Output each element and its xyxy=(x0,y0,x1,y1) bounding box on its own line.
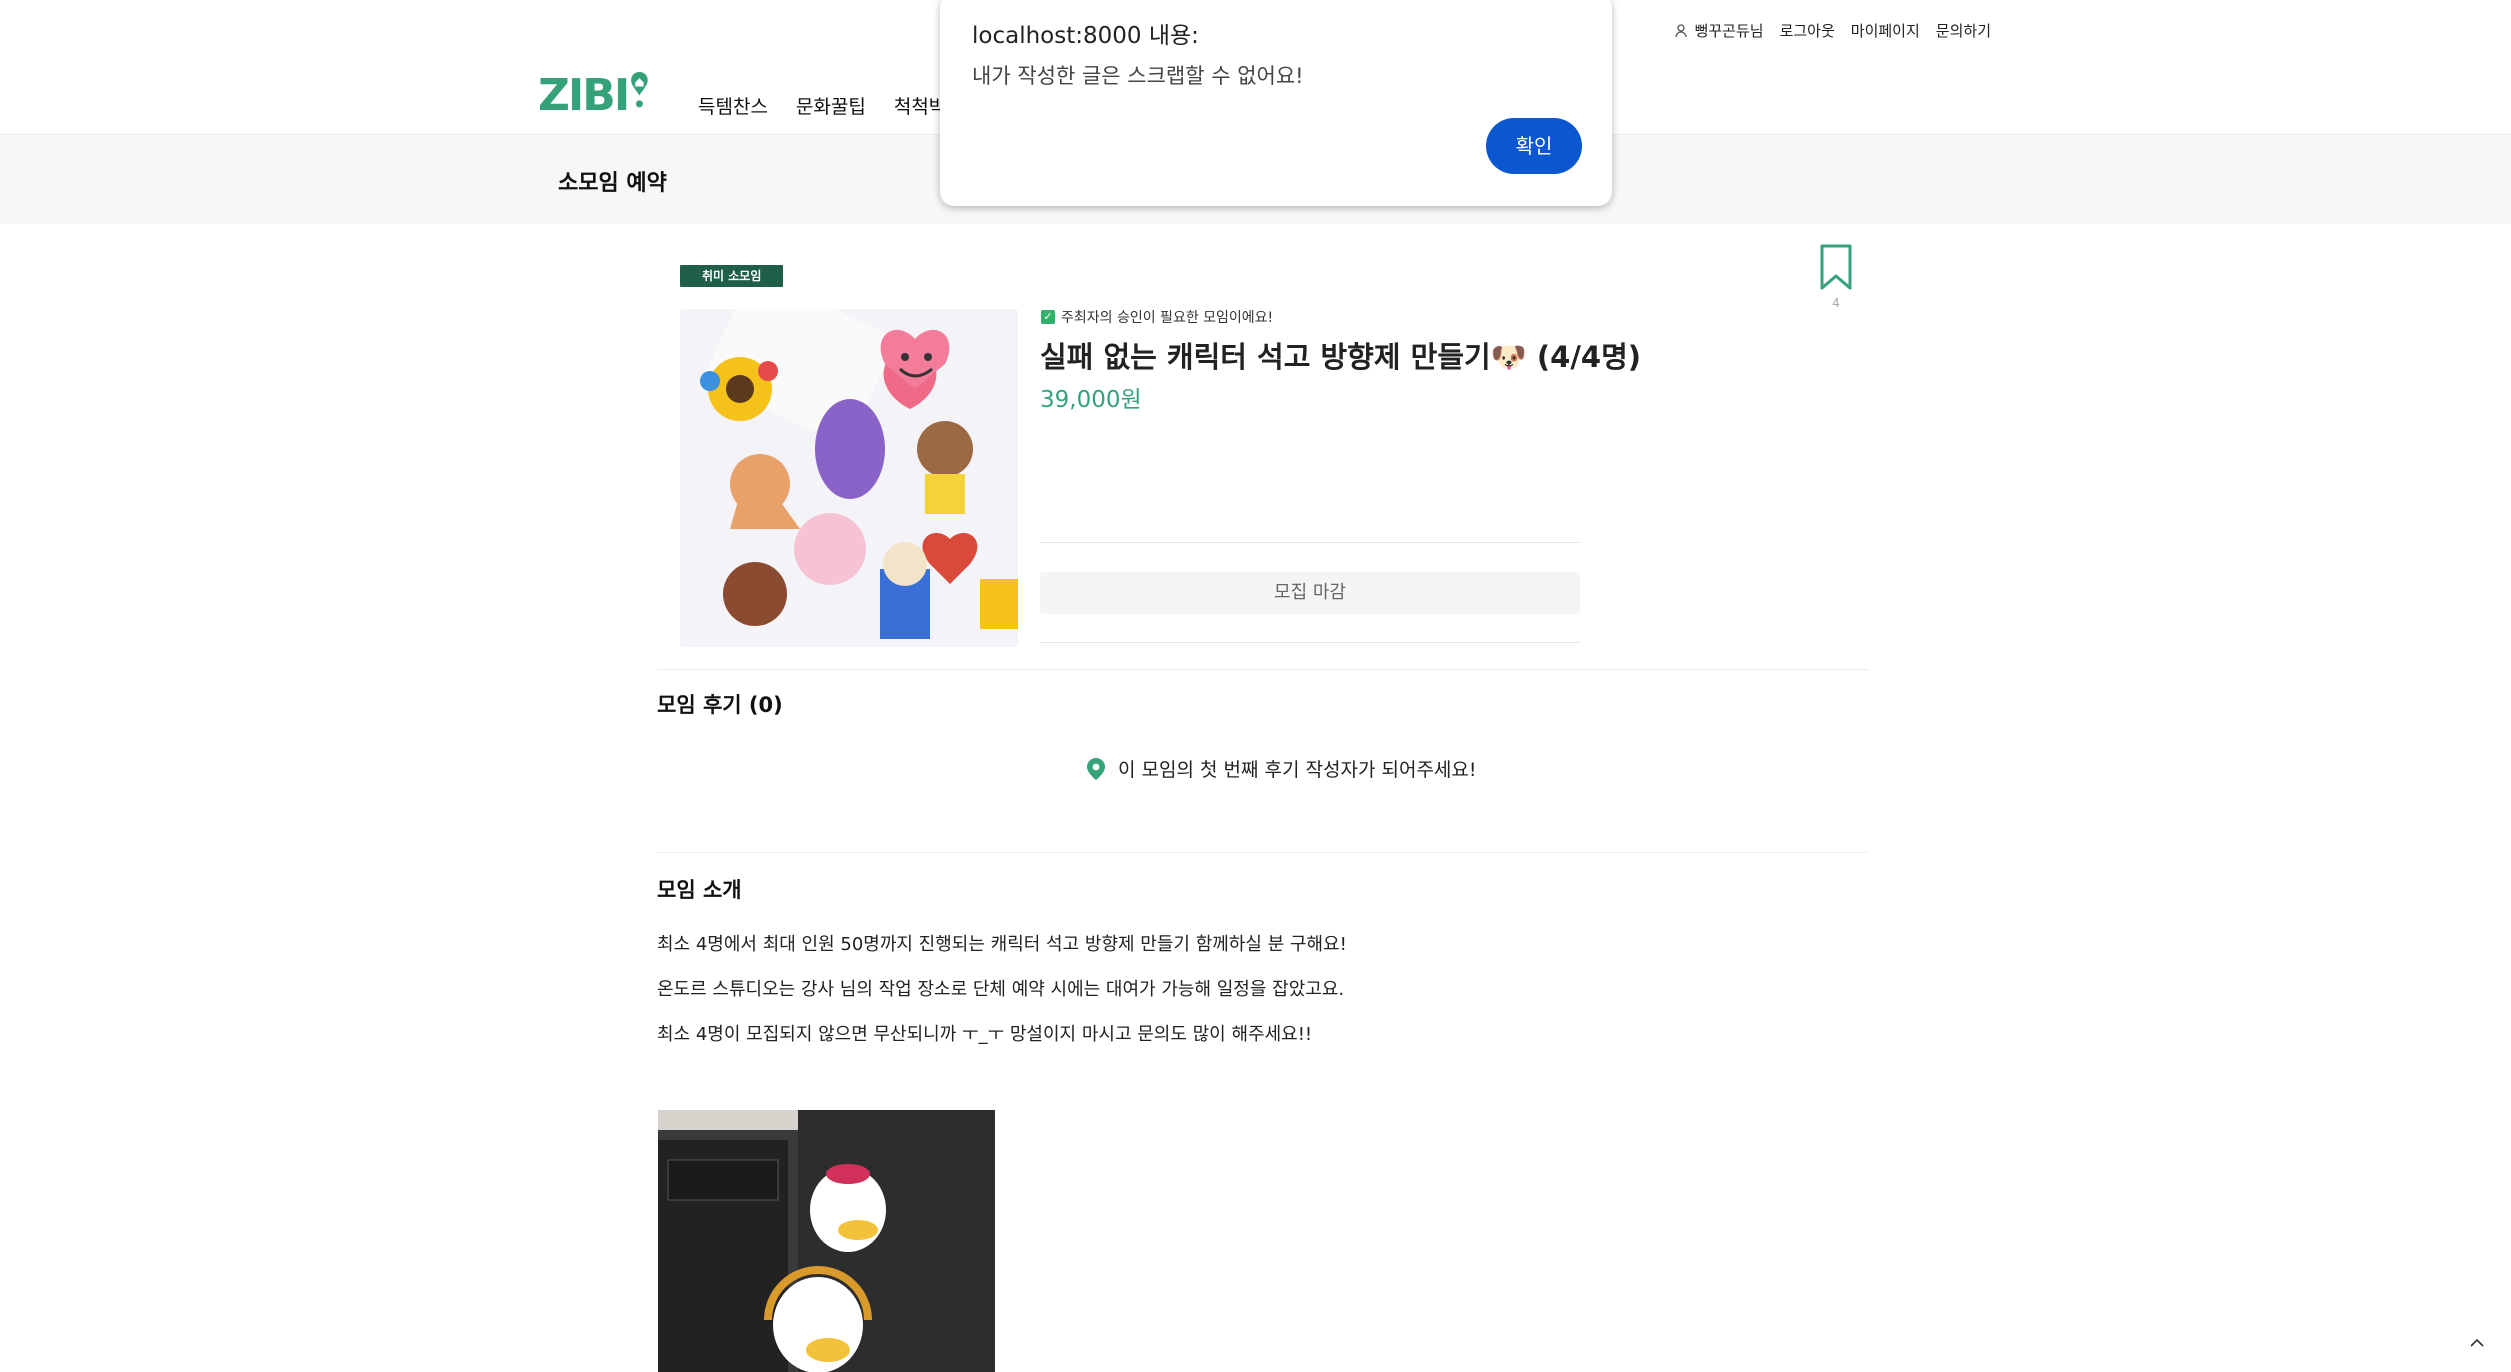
product-title-text: 실패 없는 캐릭터 석고 방향제 만들기 xyxy=(1040,340,1491,374)
alert-dialog: localhost:8000 내용: 내가 작성한 글은 스크랩할 수 없어요!… xyxy=(940,0,1612,206)
chevron-up-icon xyxy=(2470,1338,2484,1347)
nav-item-deals[interactable]: 득템찬스 xyxy=(698,92,768,119)
category-badge: 취미 소모임 xyxy=(680,265,784,287)
approval-text: 주최자의 승인이 필요한 모임이에요! xyxy=(1061,310,1274,326)
reviews-heading: 모임 후기 (0) xyxy=(657,693,783,717)
empty-review-message: 이 모임의 첫 번째 후기 작성자가 되어주세요! xyxy=(1086,755,1477,782)
dialog-confirm-button[interactable]: 확인 xyxy=(1486,118,1582,174)
product-price: 39,000원 xyxy=(1040,387,1142,413)
nav-item-culture-tips[interactable]: 문화꿀팁 xyxy=(796,92,866,119)
user-menu[interactable]: 뻥꾸곤듀님 xyxy=(1674,20,1764,41)
scroll-to-top-button[interactable] xyxy=(2462,1328,2492,1358)
empty-review-text: 이 모임의 첫 번째 후기 작성자가 되어주세요! xyxy=(1118,759,1477,781)
intro-line: 온도르 스튜디오는 강사 님의 작업 장소로 단체 예약 시에는 대여가 가능해… xyxy=(657,979,1345,1000)
dialog-message: 내가 작성한 글은 스크랩할 수 없어요! xyxy=(972,64,1304,88)
utility-nav: 뻥꾸곤듀님 로그아웃 마이페이지 문의하기 xyxy=(1674,20,1991,41)
user-icon xyxy=(1674,23,1687,37)
check-icon: ✓ xyxy=(1041,310,1055,324)
dialog-title: localhost:8000 내용: xyxy=(972,23,1199,49)
logo-pin-icon xyxy=(631,71,648,108)
user-name: 뻥꾸곤듀님 xyxy=(1694,22,1764,40)
divider xyxy=(1040,642,1580,643)
main-nav: 득템찬스 문화꿀팁 척척박사 xyxy=(698,92,964,119)
map-pin-icon xyxy=(1087,757,1105,780)
intro-line: 최소 4명이 모집되지 않으면 무산되니까 ㅜ_ㅜ 망설이지 마시고 문의도 많… xyxy=(657,1024,1313,1045)
logo-wordmark: ZIBI xyxy=(538,70,630,121)
intro-heading: 모임 소개 xyxy=(657,878,742,902)
recruitment-closed-button[interactable]: 모집 마감 xyxy=(1040,572,1580,614)
product-image xyxy=(680,309,1018,647)
bookmark-count: 4 xyxy=(1832,296,1840,310)
mypage-link[interactable]: 마이페이지 xyxy=(1851,20,1920,41)
intro-line: 최소 4명에서 최대 인원 50명까지 진행되는 캐릭터 석고 방향제 만들기 … xyxy=(657,934,1347,955)
bookmark-button[interactable]: 4 xyxy=(1818,244,1854,312)
dog-emoji-icon: 🐶 xyxy=(1490,340,1527,374)
divider xyxy=(1040,542,1580,543)
product-title: 실패 없는 캐릭터 석고 방향제 만들기🐶 (4/4명) xyxy=(1040,334,1641,376)
section-divider xyxy=(657,852,1869,853)
site-logo[interactable]: ZIBI xyxy=(538,58,650,118)
bookmark-icon xyxy=(1820,244,1852,290)
logout-link[interactable]: 로그아웃 xyxy=(1780,20,1835,41)
section-divider xyxy=(657,669,1869,670)
intro-image xyxy=(658,1110,995,1372)
inquiry-link[interactable]: 문의하기 xyxy=(1936,20,1991,41)
product-capacity: (4/4명) xyxy=(1536,340,1642,374)
page-title: 소모임 예약 xyxy=(558,171,667,196)
approval-note: ✓ 주최자의 승인이 필요한 모임이에요! xyxy=(1041,307,1273,327)
